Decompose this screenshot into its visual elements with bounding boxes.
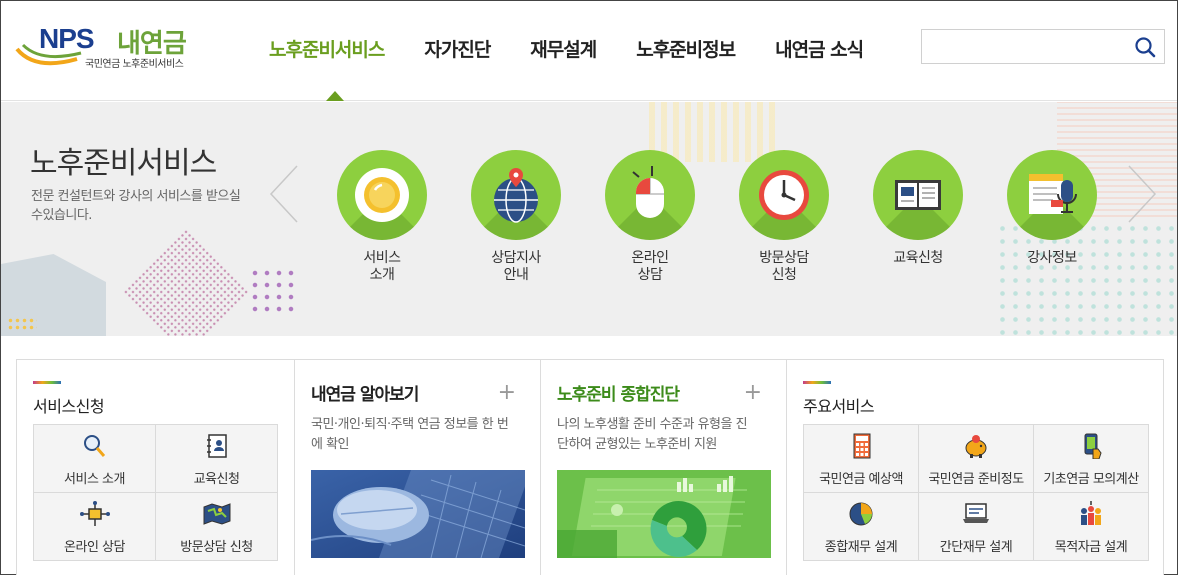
pension-readiness-button[interactable]: 국민연금 준비정도 [919,425,1034,493]
nav-item-retirement-service[interactable]: 노후준비서비스 [269,35,385,62]
pension-estimate-label: 국민연금 예상액 [819,472,903,487]
diagnosis-description: 나의 노후생활 준비 수준과 유형을 진단하여 균형있는 노후준비 지원 [557,417,748,452]
education-apply-link[interactable]: 교육신청 [863,150,973,267]
diagnosis-title[interactable]: 노후준비 종합진단 [557,380,680,405]
service-apply-title: 서비스신청 [33,397,105,416]
carousel-prev-icon[interactable] [269,164,299,224]
network-icon [79,501,110,526]
service-apply-grid: 서비스 소개 교육신청 온라인 상담 방문상담 신청 [33,424,278,561]
decor-dots-yellow [7,317,37,332]
nav-item-retirement-info[interactable]: 노후준비정보 [636,35,736,62]
education-apply-button[interactable]: 교육신청 [156,425,278,493]
pie-chart-icon [849,502,873,526]
pension-estimate-button[interactable]: 국민연금 예상액 [804,425,919,493]
globe-pin-icon [494,168,538,223]
diagnosis-image[interactable] [557,470,771,558]
decor-diamond [122,228,250,336]
my-pension-description: 국민·개인·퇴직·주택 연금 정보를 한 번에 확인 [311,417,509,452]
chart-report-image [557,470,771,558]
clock-plate-icon [355,168,409,222]
basic-pension-calc-label: 기초연금 모의계산 [1043,472,1139,487]
my-pension-panel: 내연금 알아보기 + 국민·개인·퇴직·주택 연금 정보를 한 번에 확인 [294,360,540,575]
basic-pension-calc-button[interactable]: 기초연금 모의계산 [1034,425,1149,493]
simple-finance-label: 간단재무 설계 [939,540,1013,555]
main-services-title: 주요서비스 [803,397,875,416]
my-pension-image[interactable] [311,470,525,558]
banner-title: 노후준비서비스 [30,146,217,181]
carousel-next-icon[interactable] [1127,164,1157,224]
title-accent-bar [803,381,831,384]
address-book-icon [206,434,227,458]
visit-consult-apply-button[interactable]: 방문상담 신청 [156,493,278,561]
phone-hand-icon [1084,433,1102,459]
computer-mouse-keyboard-image [311,470,525,558]
service-banner: 노후준비서비스 전문 컨설턴트와 강사의 서비스를 받으실 수있습니다. 서비스… [1,102,1177,336]
education-apply-circle [873,150,963,240]
visit-consult-link[interactable]: 방문상담 신청 [729,150,839,284]
online-consult-link[interactable]: 온라인 상담 [595,150,705,284]
goal-fund-label: 목적자금 설계 [1054,540,1128,555]
service-apply-panel: 서비스신청 서비스 소개 교육신청 온라인 상담 방문상담 신청 [17,360,294,575]
service-intro-button-label: 서비스 소개 [64,472,125,487]
branch-guide-circle [471,150,561,240]
clock-icon [759,170,809,220]
nav-item-financial-planning[interactable]: 재무설계 [530,35,597,62]
target-people-icon [1081,501,1101,525]
bottom-panels: 서비스신청 서비스 소개 교육신청 온라인 상담 방문상담 신청 내연금 알아보… [16,359,1164,575]
nav-item-pension-news[interactable]: 내연금 소식 [775,35,864,62]
online-consult-label: 온라인 상담 [631,250,669,283]
comprehensive-finance-button[interactable]: 종합재무 설계 [804,493,919,561]
instructor-info-label: 강사정보 [1027,250,1077,266]
main-services-panel: 주요서비스 국민연금 예상액 국민연금 준비정도 기초연금 모의계산 종합재무 … [786,360,1165,575]
decor-dots-purple [249,267,299,312]
mouse-icon [632,166,664,218]
banner-description: 전문 컨설턴트와 강사의 서비스를 받으실 수있습니다. [31,189,241,223]
service-intro-circle [337,150,427,240]
site-header: NPS 내연금 국민연금 노후준비서비스 노후준비서비스 자가진단 재무설계 노… [1,1,1177,101]
service-intro-button[interactable]: 서비스 소개 [34,425,156,493]
pension-readiness-label: 국민연금 준비정도 [928,472,1024,487]
diagnosis-panel: 노후준비 종합진단 + 나의 노후생활 준비 수준과 유형을 진단하여 균형있는… [540,360,786,575]
my-pension-title[interactable]: 내연금 알아보기 [311,380,419,405]
microphone-document-icon [1029,174,1077,214]
site-logo[interactable]: NPS 내연금 국민연금 노후준비서비스 [15,23,205,73]
piggy-bank-icon [965,435,987,458]
service-intro-label: 서비스 소개 [363,250,401,283]
instructor-info-circle [1007,150,1097,240]
title-accent-bar [33,381,61,384]
online-consult-button[interactable]: 온라인 상담 [34,493,156,561]
search-icon[interactable] [1134,36,1156,58]
book-icon [895,180,941,210]
education-apply-button-label: 교육신청 [193,472,240,487]
visit-consult-label: 방문상담 신청 [759,250,809,283]
logo-brand: NPS [39,23,95,54]
magnifier-icon [83,435,105,457]
active-nav-indicator [326,91,344,101]
search-input[interactable] [921,29,1165,64]
my-pension-more-button[interactable]: + [498,380,516,405]
education-apply-label: 교육신청 [893,250,943,266]
visit-consult-apply-button-label: 방문상담 신청 [180,540,253,555]
main-services-grid: 국민연금 예상액 국민연금 준비정도 기초연금 모의계산 종합재무 설계 간단재… [803,424,1149,561]
logo-tagline: 국민연금 노후준비서비스 [85,59,184,70]
service-intro-link[interactable]: 서비스 소개 [327,150,437,284]
instructor-info-link[interactable]: 강사정보 [997,150,1107,267]
simple-finance-button[interactable]: 간단재무 설계 [919,493,1034,561]
online-consult-circle [605,150,695,240]
laptop-icon [963,503,989,523]
branch-guide-label: 상담지사 안내 [491,250,541,283]
comprehensive-finance-label: 종합재무 설계 [824,540,898,555]
map-icon [203,503,230,525]
online-consult-button-label: 온라인 상담 [64,540,125,555]
branch-guide-link[interactable]: 상담지사 안내 [461,150,571,284]
diagnosis-more-button[interactable]: + [744,380,762,405]
goal-fund-button[interactable]: 목적자금 설계 [1034,493,1149,561]
calculator-icon [853,433,871,459]
main-nav: 노후준비서비스 자가진단 재무설계 노후준비정보 내연금 소식 [269,35,903,62]
nav-item-self-diagnosis[interactable]: 자가진단 [424,35,491,62]
visit-consult-circle [739,150,829,240]
